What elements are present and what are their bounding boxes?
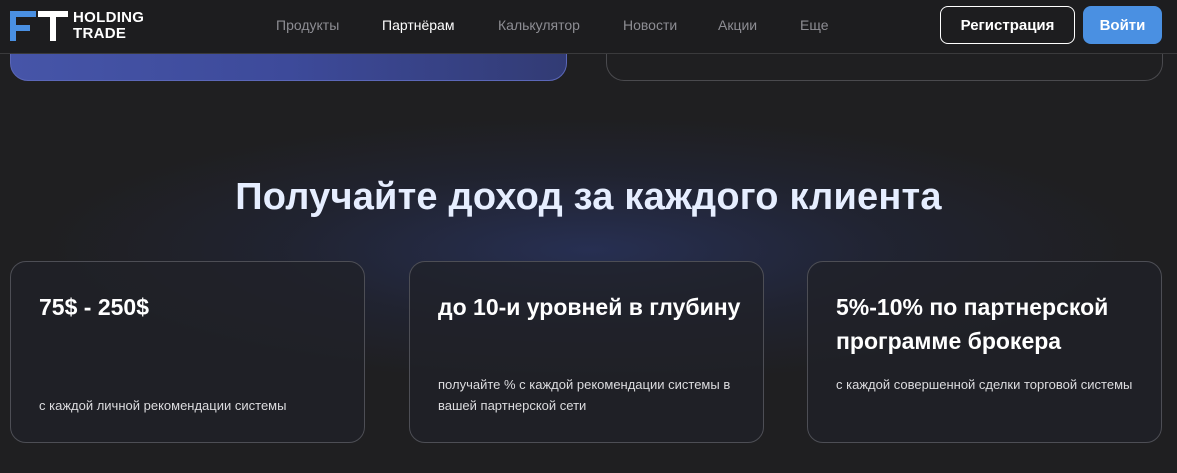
card-title: до 10-и уровней в глубину bbox=[438, 294, 741, 320]
header: HOLDING TRADE Продукты Партнёрам Калькул… bbox=[0, 0, 1177, 54]
login-button[interactable]: Войти bbox=[1083, 6, 1162, 44]
nav-item-more[interactable]: Еще bbox=[800, 17, 829, 33]
card-description: с каждой личной рекомендации системы bbox=[39, 398, 287, 413]
section-title: Получайте доход за каждого клиента bbox=[235, 176, 942, 218]
nav-item-news[interactable]: Новости bbox=[623, 17, 677, 33]
card-description: с каждой совершенной сделки торговой сис… bbox=[836, 377, 1133, 392]
card-description: получайте % с каждой рекомендации систем… bbox=[438, 377, 731, 413]
nav-item-partners[interactable]: Партнёрам bbox=[382, 17, 454, 33]
nav-item-promotions[interactable]: Акции bbox=[718, 17, 757, 33]
nav-item-calculator[interactable]: Калькулятор bbox=[498, 17, 580, 33]
page: HOLDING TRADE Продукты Партнёрам Калькул… bbox=[0, 0, 1177, 473]
card-depth-levels: до 10-и уровней в глубину получайте % с … bbox=[409, 261, 764, 443]
card-title: 5%-10% по партнерской программе брокера bbox=[836, 294, 1109, 354]
card-broker-program: 5%-10% по партнерской программе брокера … bbox=[807, 261, 1162, 443]
register-button[interactable]: Регистрация bbox=[940, 6, 1075, 44]
card-personal-reward: 75$ - 250$ с каждой личной рекомендации … bbox=[10, 261, 365, 443]
nav-item-products[interactable]: Продукты bbox=[276, 17, 339, 33]
card-title: 75$ - 250$ bbox=[39, 294, 149, 320]
